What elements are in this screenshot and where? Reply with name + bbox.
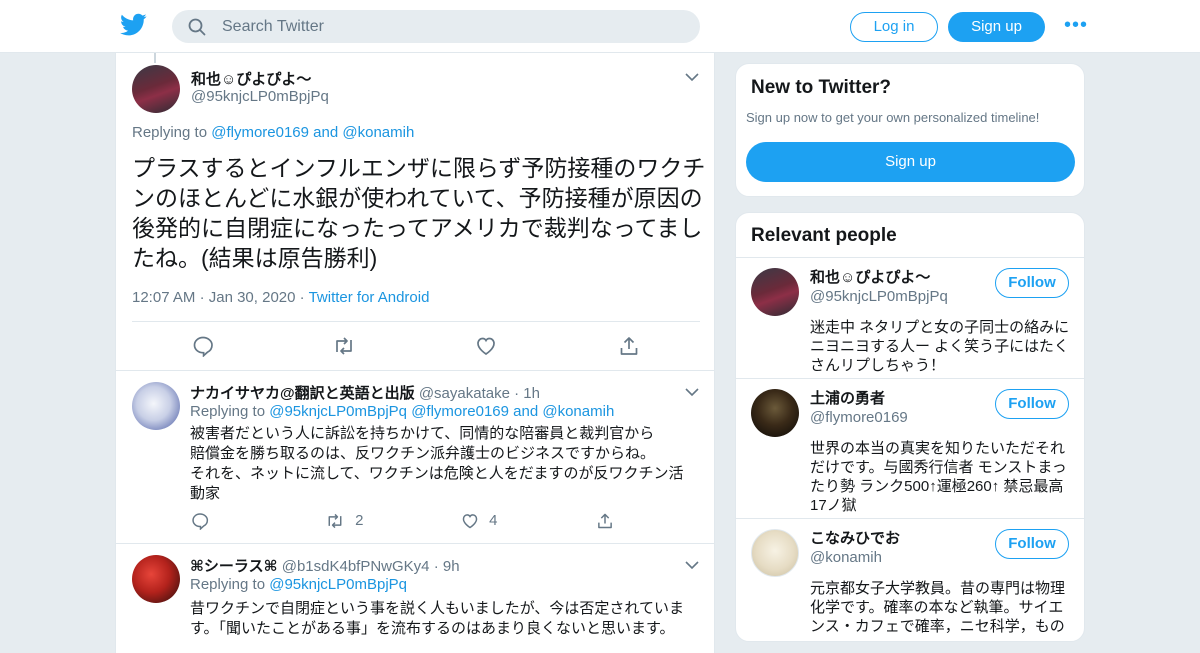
replying-to: Replying to @95knjcLP0mBpjPq @flymore016… xyxy=(190,403,614,420)
and-text: and xyxy=(313,124,339,141)
and-text: and xyxy=(513,403,539,420)
avatar[interactable] xyxy=(751,389,799,437)
reply-tweet[interactable]: ナカイサヤカ@翻訳と英語と出版 @sayakatake · 1h Replyin… xyxy=(116,371,714,544)
author-name[interactable]: 和也☺ぴよぴよ～ xyxy=(191,68,311,89)
share-action[interactable] xyxy=(596,512,614,530)
person-bio: 元京都女子大学教員。昔の専門は物理化学です。確率の本など執筆。サイエンス・カフェ… xyxy=(810,580,1066,635)
replying-label: Replying to xyxy=(190,403,266,420)
person-item[interactable]: こなみひでお @konamih Follow 元京都女子大学教員。昔の専門は物理… xyxy=(736,518,1084,641)
search-input[interactable] xyxy=(222,10,682,43)
signup-button[interactable]: Sign up xyxy=(746,142,1075,182)
card-title: Relevant people xyxy=(751,225,897,246)
tweet-actions xyxy=(116,333,714,359)
tweet-text: プラスするとインフルエンザに限らず予防接種のワクチンのほとんどに水銀が使われてい… xyxy=(132,155,706,271)
person-handle[interactable]: @95knjcLP0mBpjPq xyxy=(810,288,948,305)
chevron-down-icon[interactable] xyxy=(685,72,699,82)
like-icon[interactable] xyxy=(475,335,497,357)
reply-tweet[interactable]: ⌘シーラス⌘ @b1sdK4bfPNwGKy4 · 9h Replying to… xyxy=(116,544,714,653)
separator: · xyxy=(514,385,520,402)
separator: · xyxy=(199,289,205,306)
replying-label: Replying to xyxy=(132,124,208,141)
search-icon xyxy=(188,18,206,36)
separator: · xyxy=(299,289,305,306)
reply-header: ⌘シーラス⌘ @b1sdK4bfPNwGKy4 · 9h xyxy=(190,555,460,576)
person-handle[interactable]: @konamih xyxy=(810,549,882,566)
reply-author-handle[interactable]: @b1sdK4bfPNwGKy4 xyxy=(282,558,430,575)
relevant-people-card: Relevant people 和也☺ぴよぴよ～ @95knjcLP0mBpjP… xyxy=(735,212,1085,642)
card-title: New to Twitter? xyxy=(751,77,892,98)
tweet-time[interactable]: 12:07 AM xyxy=(132,289,195,306)
like-count: 4 xyxy=(489,512,498,529)
chevron-down-icon[interactable] xyxy=(685,387,699,397)
avatar[interactable] xyxy=(751,529,799,577)
share-icon[interactable] xyxy=(618,335,640,357)
reply-text-line: 昔ワクチンで自閉症という事を説く人もいましたが、今は否定されています。「聞いたこ… xyxy=(190,600,684,637)
avatar[interactable] xyxy=(132,382,180,430)
follow-button[interactable]: Follow xyxy=(995,529,1069,559)
retweet-icon[interactable] xyxy=(325,512,345,530)
card-subtitle: Sign up now to get your own personalized… xyxy=(746,110,1040,125)
mention-link[interactable]: @flymore0169 xyxy=(411,403,509,420)
person-name[interactable]: 和也☺ぴよぴよ～ xyxy=(810,266,930,287)
reply-icon[interactable] xyxy=(192,335,214,357)
person-item[interactable]: 土浦の勇者 @flymore0169 Follow 世界の本当の真実を知りたいた… xyxy=(736,378,1084,518)
like-icon[interactable] xyxy=(461,512,479,530)
share-icon[interactable] xyxy=(596,512,614,530)
twitter-logo-icon[interactable] xyxy=(120,13,147,37)
retweet-action[interactable]: 2 xyxy=(325,512,364,530)
person-bio: 世界の本当の真実を知りたいただそれだけです。与國秀行信者 モンストまったり勢 ラ… xyxy=(810,440,1067,514)
chevron-down-icon[interactable] xyxy=(685,560,699,570)
reply-age[interactable]: 1h xyxy=(523,385,540,402)
mention-link[interactable]: @95knjcLP0mBpjPq xyxy=(269,403,407,420)
retweet-icon[interactable] xyxy=(332,335,356,357)
reply-text: 昔ワクチンで自閉症という事を説く人もいましたが、今は否定されています。「聞いたこ… xyxy=(190,599,695,639)
mention-link[interactable]: @95knjcLP0mBpjPq xyxy=(269,576,407,593)
replying-to: Replying to @flymore0169 and @konamih xyxy=(132,124,414,141)
person-item[interactable]: 和也☺ぴよぴよ～ @95knjcLP0mBpjPq Follow 迷走中 ネタリ… xyxy=(736,257,1084,378)
sidebar: New to Twitter? Sign up now to get your … xyxy=(735,63,1085,642)
reply-author-name[interactable]: ⌘シーラス⌘ xyxy=(190,558,278,575)
signup-card: New to Twitter? Sign up now to get your … xyxy=(735,63,1085,197)
reply-action[interactable] xyxy=(191,512,209,531)
like-action[interactable]: 4 xyxy=(461,512,498,530)
avatar[interactable] xyxy=(751,268,799,316)
separator: · xyxy=(433,558,439,575)
main-tweet: 和也☺ぴよぴよ～ @95knjcLP0mBpjPq Replying to @f… xyxy=(116,53,714,371)
mention-link[interactable]: @konamih xyxy=(542,403,614,420)
mention-link[interactable]: @flymore0169 xyxy=(211,124,309,141)
person-bio: 迷走中 ネタリプと女の子同士の絡みにニヨニヨする人ー よく笑う子にはたくさんリプ… xyxy=(810,319,1070,374)
reply-text: 被害者だという人に訴訟を持ちかけて、同情的な陪審員と裁判官から 賠償金を勝ち取る… xyxy=(190,424,695,504)
avatar[interactable] xyxy=(132,65,180,113)
replying-label: Replying to xyxy=(190,576,266,593)
reply-icon[interactable] xyxy=(191,512,209,531)
tweet-meta: 12:07 AM · Jan 30, 2020 · Twitter for An… xyxy=(132,289,429,306)
tweet-date[interactable]: Jan 30, 2020 xyxy=(209,289,296,306)
mention-link[interactable]: @konamih xyxy=(342,124,414,141)
reply-age[interactable]: 9h xyxy=(443,558,460,575)
login-button[interactable]: Log in xyxy=(850,12,938,42)
reply-author-name[interactable]: ナカイサヤカ@翻訳と英語と出版 xyxy=(190,385,415,402)
person-name[interactable]: こなみひでお xyxy=(810,527,900,548)
retweet-count: 2 xyxy=(355,512,364,529)
search-box[interactable] xyxy=(172,10,700,43)
replying-to: Replying to @95knjcLP0mBpjPq xyxy=(190,576,407,593)
reply-header: ナカイサヤカ@翻訳と英語と出版 @sayakatake · 1h xyxy=(190,382,540,403)
timeline: 和也☺ぴよぴよ～ @95knjcLP0mBpjPq Replying to @f… xyxy=(115,53,715,653)
reply-text-line: 被害者だという人に訴訟を持ちかけて、同情的な陪審員と裁判官から xyxy=(190,425,655,442)
tweet-source[interactable]: Twitter for Android xyxy=(309,289,430,306)
follow-button[interactable]: Follow xyxy=(995,389,1069,419)
reply-author-handle[interactable]: @sayakatake xyxy=(419,385,510,402)
signup-button[interactable]: Sign up xyxy=(948,12,1045,42)
follow-button[interactable]: Follow xyxy=(995,268,1069,298)
more-options-icon[interactable]: ••• xyxy=(1064,15,1088,35)
author-handle[interactable]: @95knjcLP0mBpjPq xyxy=(191,88,329,105)
reply-text-line: 賠償金を勝ち取るのは、反ワクチン派弁護士のビジネスですからね。 xyxy=(190,445,656,462)
top-bar: Log in Sign up ••• xyxy=(0,0,1200,53)
reply-text-line: それを、ネットに流して、ワクチンは危険と人をだますのが反ワクチン活動家 xyxy=(190,465,684,502)
person-handle[interactable]: @flymore0169 xyxy=(810,409,908,426)
avatar[interactable] xyxy=(132,555,180,603)
person-name[interactable]: 土浦の勇者 xyxy=(810,387,885,408)
divider xyxy=(132,321,700,322)
